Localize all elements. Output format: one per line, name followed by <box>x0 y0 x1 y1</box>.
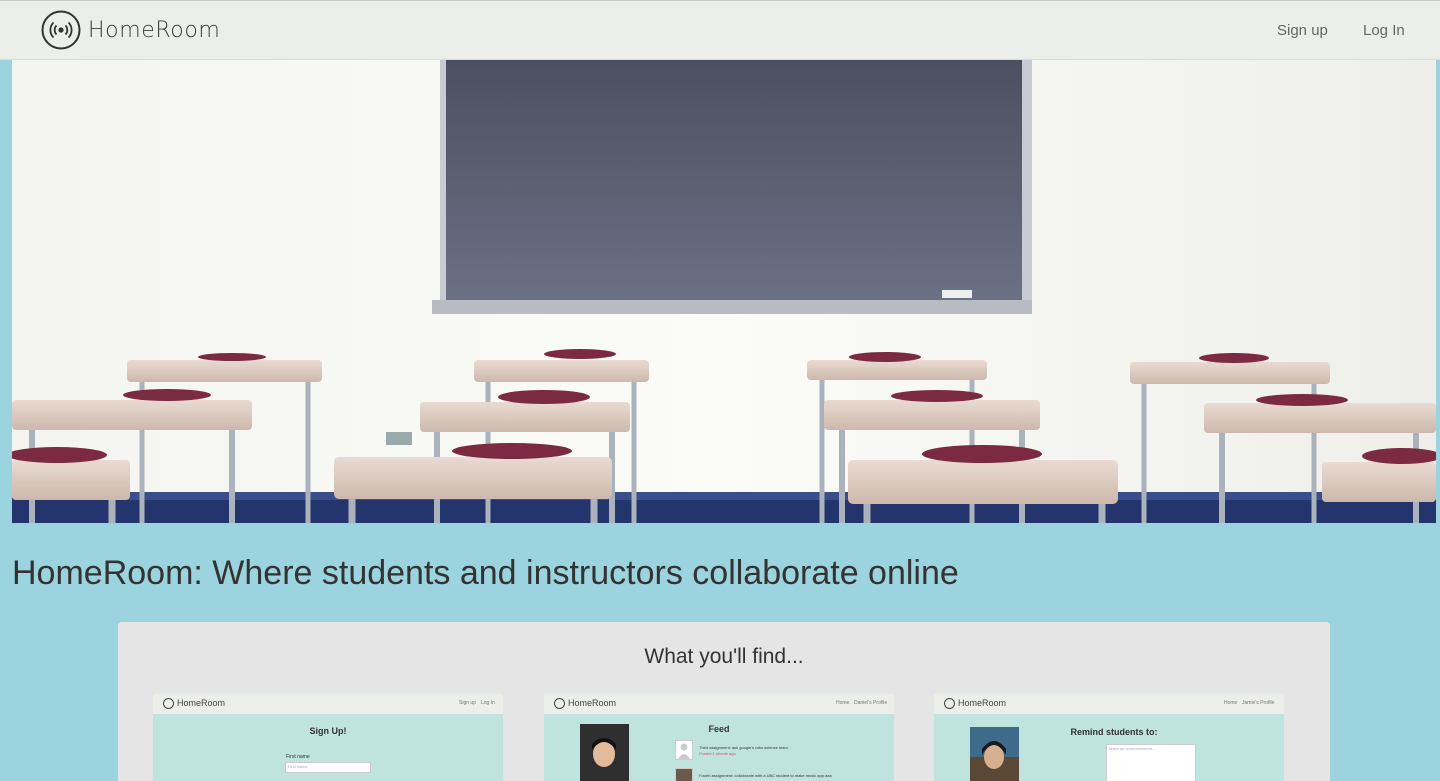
feed-item: Third assignment: ask google's robo scie… <box>675 740 875 760</box>
hero-classroom-image <box>12 60 1436 523</box>
preview-title: Feed <box>708 724 730 734</box>
preview-field-label: First name <box>286 754 310 760</box>
preview-nav-home: Home <box>836 700 850 706</box>
broadcast-logo-icon <box>944 698 955 709</box>
brand-name: HomeRoom <box>88 17 221 43</box>
preview-title: Sign Up! <box>309 726 347 736</box>
preview-brand: HomeRoom <box>177 698 226 708</box>
brand-home-link[interactable]: HomeRoom <box>41 9 220 51</box>
preview-announcement-field: Make an announcement... <box>1106 744 1196 781</box>
preview-nav-profile: Daniel's Profile <box>854 700 888 706</box>
features-title: What you'll find... <box>644 645 804 668</box>
remind-preview-screenshot: HomeRoom Home Jamie's Profile Remind stu… <box>934 694 1284 781</box>
preview-nav-home: Home <box>1224 700 1238 706</box>
preview-nav-signup: Sign up <box>459 700 476 706</box>
preview-brand: HomeRoom <box>958 698 1007 708</box>
preview-field: First Name <box>285 762 371 773</box>
page-headline: HomeRoom: Where students and instructors… <box>12 554 959 592</box>
feed-preview-screenshot: HomeRoom Home Daniel's Profile Feed Thir… <box>544 694 894 781</box>
preview-title: Remind students to: <box>1070 727 1158 737</box>
features-panel: What you'll find... HomeRoom Sign up Log… <box>118 622 1330 781</box>
preview-brand: HomeRoom <box>568 698 617 708</box>
preview-navbar: HomeRoom Home Jamie's Profile <box>934 694 1284 714</box>
preview-navbar: HomeRoom Home Daniel's Profile <box>544 694 894 714</box>
broadcast-logo-icon <box>163 698 174 709</box>
broadcast-logo-icon <box>41 10 81 50</box>
user-photo-icon <box>675 768 693 781</box>
feed-item-time: Posted 1 minute ago <box>699 751 736 756</box>
signup-preview-screenshot: HomeRoom Sign up Log In Sign Up! First n… <box>153 694 503 781</box>
preview-navbar: HomeRoom Sign up Log In <box>153 694 503 714</box>
preview-nav-login: Log In <box>481 700 495 706</box>
preview-nav-profile: Jamie's Profile <box>1242 700 1275 706</box>
feed-item-text: Fourth assignment: collaborate with a UB… <box>699 773 832 778</box>
user-silhouette-icon <box>675 740 693 760</box>
feed-item-text: Third assignment: ask google's robo scie… <box>699 745 788 750</box>
navbar: HomeRoom Sign up Log In <box>0 0 1440 60</box>
broadcast-logo-icon <box>554 698 565 709</box>
login-link[interactable]: Log In <box>1363 22 1405 39</box>
signup-link[interactable]: Sign up <box>1277 22 1328 39</box>
feed-item: Fourth assignment: collaborate with a UB… <box>675 768 875 781</box>
